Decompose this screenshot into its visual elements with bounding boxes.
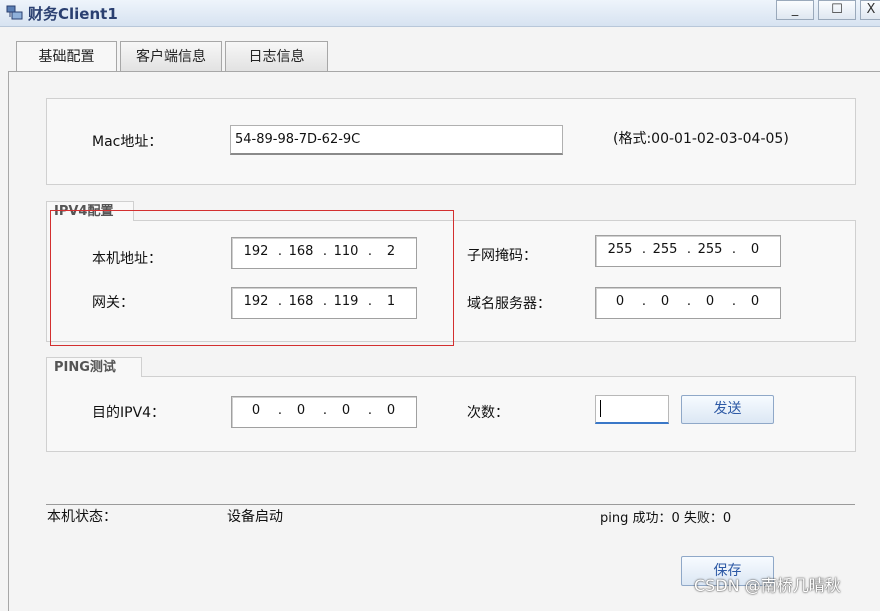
status-divider [46, 504, 855, 505]
window-title: 财务Client1 [28, 5, 118, 23]
ping-target-octet-1: 0 [251, 403, 261, 418]
mac-input[interactable]: 54-89-98-7D-62-9C [230, 125, 563, 155]
app-icon [6, 5, 23, 20]
title-bar: 财务Client1 _ ☐ X [0, 0, 880, 27]
ping-group-title: PING测试 [46, 357, 142, 377]
minimize-icon: _ [791, 2, 799, 17]
ping-target-octet-4: 0 [386, 403, 396, 418]
dns-input[interactable]: 0 . 0 . 0 . 0 [595, 287, 781, 319]
dns-octet-2: 0 [660, 294, 670, 309]
maximize-icon: ☐ [831, 2, 843, 17]
close-icon: X [866, 2, 876, 17]
ping-count-input[interactable] [595, 395, 669, 424]
watermark: CSDN @南桥几晴秋 [694, 576, 841, 595]
highlight-box [50, 210, 454, 346]
subnet-octet-4: 0 [750, 242, 760, 257]
tab-basic-config[interactable]: 基础配置 [16, 41, 117, 71]
subnet-octet-3: 255 [697, 242, 723, 257]
subnet-octet-1: 255 [607, 242, 633, 257]
mac-label: Mac地址： [92, 134, 163, 150]
ping-target-octet-3: 0 [341, 403, 351, 418]
ping-count-label: 次数： [467, 405, 509, 421]
maximize-button[interactable]: ☐ [818, 0, 856, 20]
tab-log-info[interactable]: 日志信息 [225, 41, 328, 71]
dns-octet-1: 0 [615, 294, 625, 309]
ping-result: ping 成功：0 失败：0 [600, 511, 732, 526]
status-value: 设备启动 [227, 509, 283, 525]
close-button[interactable]: X [860, 0, 880, 20]
text-cursor [600, 400, 601, 417]
ping-target-octet-2: 0 [296, 403, 306, 418]
mac-value: 54-89-98-7D-62-9C [235, 132, 361, 147]
mac-format-hint: (格式:00-01-02-03-04-05) [613, 131, 789, 147]
dns-label: 域名服务器： [467, 296, 551, 312]
minimize-button[interactable]: _ [776, 0, 814, 20]
subnet-label: 子网掩码： [467, 248, 537, 264]
status-label: 本机状态： [47, 509, 117, 525]
send-button[interactable]: 发送 [681, 395, 774, 424]
dns-octet-3: 0 [705, 294, 715, 309]
dns-octet-4: 0 [750, 294, 760, 309]
subnet-input[interactable]: 255 . 255 . 255 . 0 [595, 235, 781, 267]
tab-client-info[interactable]: 客户端信息 [120, 41, 222, 71]
ping-target-label: 目的IPV4： [92, 405, 166, 421]
ping-target-input[interactable]: 0 . 0 . 0 . 0 [231, 396, 417, 428]
subnet-octet-2: 255 [652, 242, 678, 257]
